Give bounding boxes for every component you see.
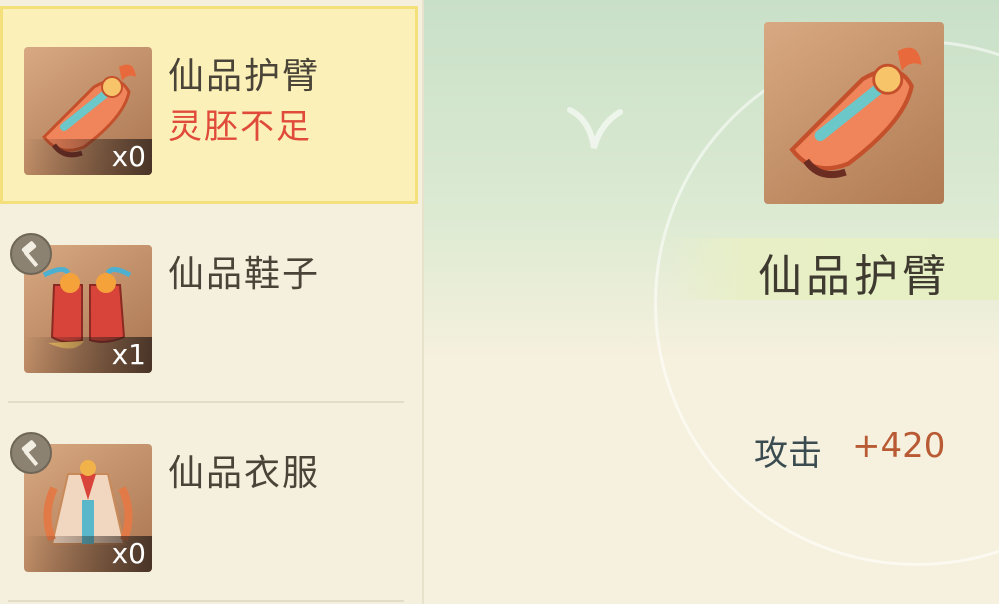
list-item-bracer[interactable]: x0 仙品护臂 灵胚不足 <box>0 6 418 204</box>
detail-thumbnail <box>764 22 944 204</box>
bracer-thumbnail: x0 <box>24 47 152 175</box>
item-count: x0 <box>111 140 146 173</box>
forge-badge[interactable] <box>10 432 52 474</box>
list-item-boots[interactable]: x1 仙品鞋子 <box>0 205 420 403</box>
item-name: 仙品鞋子 <box>168 254 321 295</box>
hammer-icon <box>21 440 38 466</box>
bracer-icon <box>789 47 922 179</box>
item-status: 灵胚不足 <box>168 107 312 147</box>
stat-label: 攻击 <box>754 434 822 474</box>
list-divider <box>8 600 404 602</box>
list-item-robe[interactable]: x0 仙品衣服 <box>0 404 420 602</box>
forge-badge[interactable] <box>10 233 52 275</box>
item-name: 仙品护臂 <box>168 56 321 97</box>
item-count: x0 <box>111 537 146 570</box>
item-detail-panel: 仙品护臂 攻击 +420 <box>424 0 999 604</box>
wind-swirl-icon <box>567 107 623 149</box>
list-divider <box>8 401 404 403</box>
equipment-list: x0 仙品护臂 灵胚不足 x1 仙品鞋子 x0 仙品衣服 <box>0 0 424 604</box>
item-name: 仙品衣服 <box>168 453 321 494</box>
item-count: x1 <box>111 338 146 371</box>
hammer-icon <box>21 241 38 267</box>
detail-item-name: 仙品护臂 <box>758 251 950 302</box>
stat-value: +420 <box>852 426 946 466</box>
